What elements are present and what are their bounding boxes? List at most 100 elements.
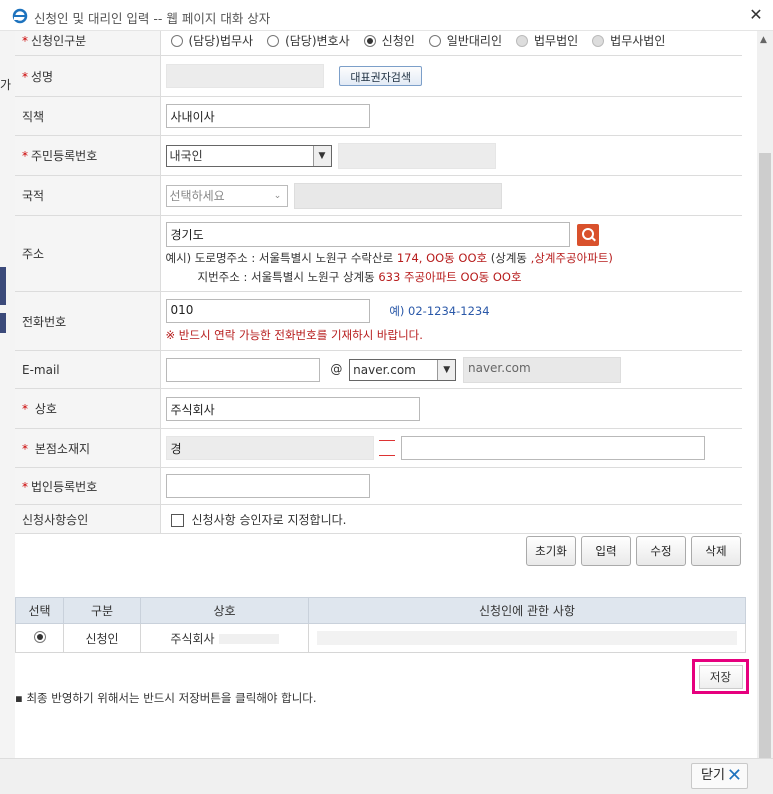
label-name: * 성명 — [15, 55, 161, 97]
phone-notice: ※ 반드시 연락 가능한 전화번호를 기재하시 바랍니다. — [165, 328, 423, 342]
scroll-thumb[interactable] — [759, 153, 771, 781]
label-position: 직책 — [15, 96, 161, 136]
row-company: * 상호 주식회사 — [15, 388, 742, 429]
label-address: 주소 — [15, 215, 161, 292]
label-phone: 전화번호 — [15, 291, 161, 351]
radio-lawyer[interactable]: (담당)변호사 — [267, 32, 350, 49]
representative-search-button[interactable]: 대표권자검색 — [339, 66, 423, 86]
at-sign: @ — [330, 362, 343, 376]
radio-circle-disabled — [515, 34, 528, 47]
grid-type-cell: 신청인 — [63, 623, 141, 653]
row-phone: 전화번호 010 예) 02-1234-1234 ※ 반드시 연락 가능한 전화… — [15, 291, 742, 351]
dialog-title: 신청인 및 대리인 입력 -- 웹 페이지 대화 상자 — [34, 11, 271, 26]
approver-checkbox-label: 신청사항 승인자로 지정합니다. — [191, 512, 347, 527]
approver-checkbox[interactable] — [170, 513, 184, 527]
email-domain-select[interactable]: naver.com ▼ — [349, 358, 457, 381]
corp-reg-input[interactable] — [165, 474, 370, 498]
dialog-footer: 닫기 ✕ — [0, 758, 773, 794]
chevron-down-icon: ▼ — [312, 145, 331, 166]
phone-example: 예) 02-1234-1234 — [389, 303, 490, 318]
row-corp-reg: * 법인등록번호 — [15, 467, 742, 505]
position-input[interactable]: 사내이사 — [165, 104, 370, 128]
applicant-type-radios: (담당)법무사 (담당)변호사 신청인 일반대리인 법무법인 법무사법인 — [170, 31, 743, 53]
scroll-up-icon[interactable]: ▲ — [760, 35, 767, 45]
label-rrn: * 주민등록번호 — [15, 135, 161, 176]
email-domain-input[interactable]: naver.com — [462, 356, 621, 383]
radio-law-firm: 법무법인 — [515, 32, 578, 49]
ie-logo-icon — [12, 8, 28, 24]
radio-circle[interactable] — [428, 34, 441, 47]
grid-header: 신청인에 관한 사항 — [308, 597, 746, 624]
row-hq-location: * 본점소재지 경 — [15, 428, 742, 468]
input-button[interactable]: 입력 — [581, 536, 631, 566]
row-approver: 신청사항승인 신청사항 승인자로 지정합니다. — [15, 504, 742, 534]
radio-circle[interactable] — [267, 34, 280, 47]
background-nav — [0, 313, 6, 333]
row-rrn: * 주민등록번호 내국인 ▼ — [15, 135, 742, 176]
save-button-highlight: 저장 — [692, 659, 749, 694]
phone-input[interactable]: 010 — [165, 299, 370, 323]
save-note: ▪ 최종 반영하기 위해서는 반드시 저장버튼을 클릭해야 합니다. — [15, 691, 317, 705]
dialog-content: * 신청인구분 (담당)법무사 (담당)변호사 신청인 일반대리인 법무법인 법무… — [15, 31, 756, 758]
row-address: 주소 경기도 예시) 도로명주소 : 서울특별시 노원구 수락산로 174, O… — [15, 215, 742, 292]
reset-button[interactable]: 초기화 — [526, 536, 576, 566]
grid-company-cell: 주식회사 — [140, 623, 309, 653]
label-approver: 신청사항승인 — [15, 504, 161, 534]
divider-mark — [377, 436, 397, 460]
radio-circle-disabled — [592, 34, 605, 47]
row-applicant-type: * 신청인구분 (담당)법무사 (담당)변호사 신청인 일반대리인 법무법인 법무… — [15, 31, 742, 56]
grid-header: 구분 — [63, 597, 141, 624]
close-x-icon: ✕ — [726, 765, 742, 786]
address-example-lot: 지번주소 : 서울특별시 노원구 상계동 633 주공아파트 OO동 OO호 — [197, 270, 522, 284]
background-text: 가 — [0, 78, 12, 92]
row-email: E-mail @ naver.com ▼ naver.com — [15, 350, 742, 389]
rrn-input[interactable] — [338, 142, 497, 169]
radio-applicant[interactable]: 신청인 — [363, 32, 415, 49]
delete-button[interactable]: 삭제 — [691, 536, 741, 566]
nationality-select[interactable]: 선택하세요 ⌄ — [165, 184, 288, 207]
applicant-grid: 선택 구분 상호 신청인에 관한 사항 신청인 주식회사 — [15, 597, 746, 653]
background-page: 가 — [0, 31, 15, 786]
grid-select-cell[interactable] — [15, 623, 64, 653]
save-button[interactable]: 저장 — [698, 665, 743, 689]
hq-address-detail-input[interactable] — [401, 436, 706, 460]
table-row[interactable]: 신청인 주식회사 — [15, 623, 746, 653]
resident-type-select[interactable]: 내국인 ▼ — [165, 144, 332, 167]
grid-header: 상호 — [140, 597, 309, 624]
vertical-scrollbar[interactable]: ▲ ⌄ — [757, 31, 773, 786]
dialog-titlebar: 신청인 및 대리인 입력 -- 웹 페이지 대화 상자 ✕ — [0, 0, 773, 31]
label-applicant-type: * 신청인구분 — [15, 31, 161, 56]
company-input[interactable]: 주식회사 — [165, 396, 420, 421]
address-search-icon[interactable] — [577, 223, 600, 246]
row-position: 직책 사내이사 — [15, 96, 742, 136]
label-nationality: 국적 — [15, 175, 161, 216]
close-icon[interactable]: ✕ — [746, 5, 766, 25]
label-hq-location: * 본점소재지 — [15, 428, 161, 468]
applicant-form: * 신청인구분 (담당)법무사 (담당)변호사 신청인 일반대리인 법무법인 법무… — [15, 31, 742, 534]
chevron-down-icon: ⌄ — [268, 185, 287, 206]
grid-details-cell — [308, 623, 746, 653]
close-button[interactable]: 닫기 ✕ — [691, 763, 748, 789]
radio-circle[interactable] — [170, 34, 183, 47]
grid-header: 선택 — [15, 597, 64, 624]
row-name: * 성명 대표권자검색 — [15, 55, 742, 97]
radio-scrivener-firm: 법무사법인 — [592, 32, 665, 49]
hq-address-input[interactable]: 경 — [165, 436, 374, 460]
address-example-road: 예시) 도로명주소 : 서울특별시 노원구 수락산로 174, OO동 OO호 … — [165, 251, 613, 265]
label-email: E-mail — [15, 350, 161, 389]
edit-button[interactable]: 수정 — [636, 536, 686, 566]
action-buttons: 초기화 입력 수정 삭제 — [526, 536, 741, 566]
radio-general-agent[interactable]: 일반대리인 — [428, 32, 502, 49]
label-company: * 상호 — [15, 388, 161, 429]
radio-circle-checked[interactable] — [363, 34, 376, 47]
email-id-input[interactable] — [165, 357, 320, 382]
address-input[interactable]: 경기도 — [165, 222, 570, 247]
radio-legal-scrivener[interactable]: (담당)법무사 — [170, 32, 253, 49]
name-input[interactable] — [165, 64, 324, 88]
row-nationality: 국적 선택하세요 ⌄ — [15, 175, 742, 216]
chevron-down-icon: ▼ — [437, 359, 456, 380]
background-nav — [0, 267, 6, 305]
radio-circle-checked[interactable] — [33, 630, 46, 643]
nationality-input[interactable] — [294, 182, 503, 209]
label-corp-reg: * 법인등록번호 — [15, 467, 161, 505]
